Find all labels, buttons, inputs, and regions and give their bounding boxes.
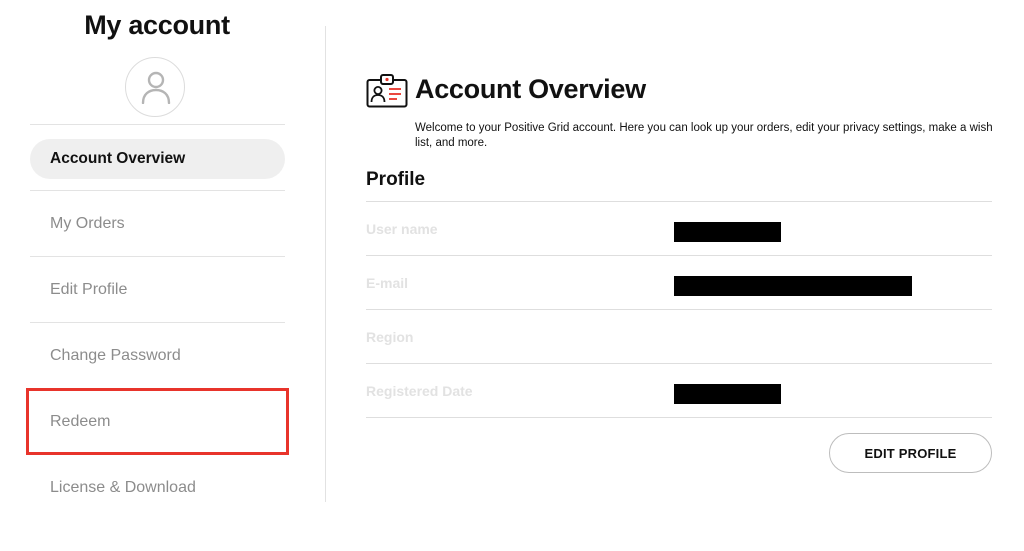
sidebar-title: My account — [84, 10, 230, 40]
profile-row-email: E-mail — [366, 255, 992, 309]
avatar — [125, 57, 185, 117]
sidebar-item-change-password[interactable]: Change Password — [30, 322, 285, 388]
redacted-value — [674, 222, 781, 242]
field-label: Registered Date — [366, 383, 473, 399]
account-sidebar: My account Account Overview My Orders Ed… — [0, 0, 326, 551]
sidebar-item-label: Account Overview — [50, 150, 186, 167]
id-badge-icon — [366, 74, 408, 108]
profile-row-user-name: User name — [366, 201, 992, 255]
sidebar-nav: Account Overview My Orders Edit Profile … — [30, 124, 285, 520]
profile-row-region: Region — [366, 309, 992, 363]
sidebar-item-label: License & Download — [50, 479, 196, 496]
page-title: Account Overview — [415, 74, 646, 104]
sidebar-item-label: Change Password — [50, 347, 181, 364]
field-label: E-mail — [366, 275, 409, 291]
sidebar-item-edit-profile[interactable]: Edit Profile — [30, 256, 285, 322]
profile-heading: Profile — [366, 169, 426, 190]
vertical-divider — [325, 26, 326, 502]
user-icon — [141, 71, 171, 104]
field-label: User name — [366, 221, 438, 237]
welcome-text: Welcome to your Positive Grid account. H… — [415, 122, 993, 149]
sidebar-item-account-overview[interactable]: Account Overview — [30, 124, 285, 190]
sidebar-item-label: Edit Profile — [50, 281, 128, 298]
sidebar-item-label: My Orders — [50, 215, 125, 232]
edit-profile-button[interactable]: EDIT PROFILE — [829, 433, 992, 473]
redeem-highlight-box — [26, 388, 289, 455]
profile-row-registered-date: Registered Date — [366, 363, 992, 418]
redacted-value — [674, 276, 912, 296]
profile-table: User name E-mail Region Registered Date — [366, 201, 992, 418]
sidebar-item-license-download[interactable]: License & Download — [30, 454, 285, 520]
field-label: Region — [366, 329, 414, 345]
sidebar-item-my-orders[interactable]: My Orders — [30, 190, 285, 256]
redacted-value — [674, 384, 781, 404]
